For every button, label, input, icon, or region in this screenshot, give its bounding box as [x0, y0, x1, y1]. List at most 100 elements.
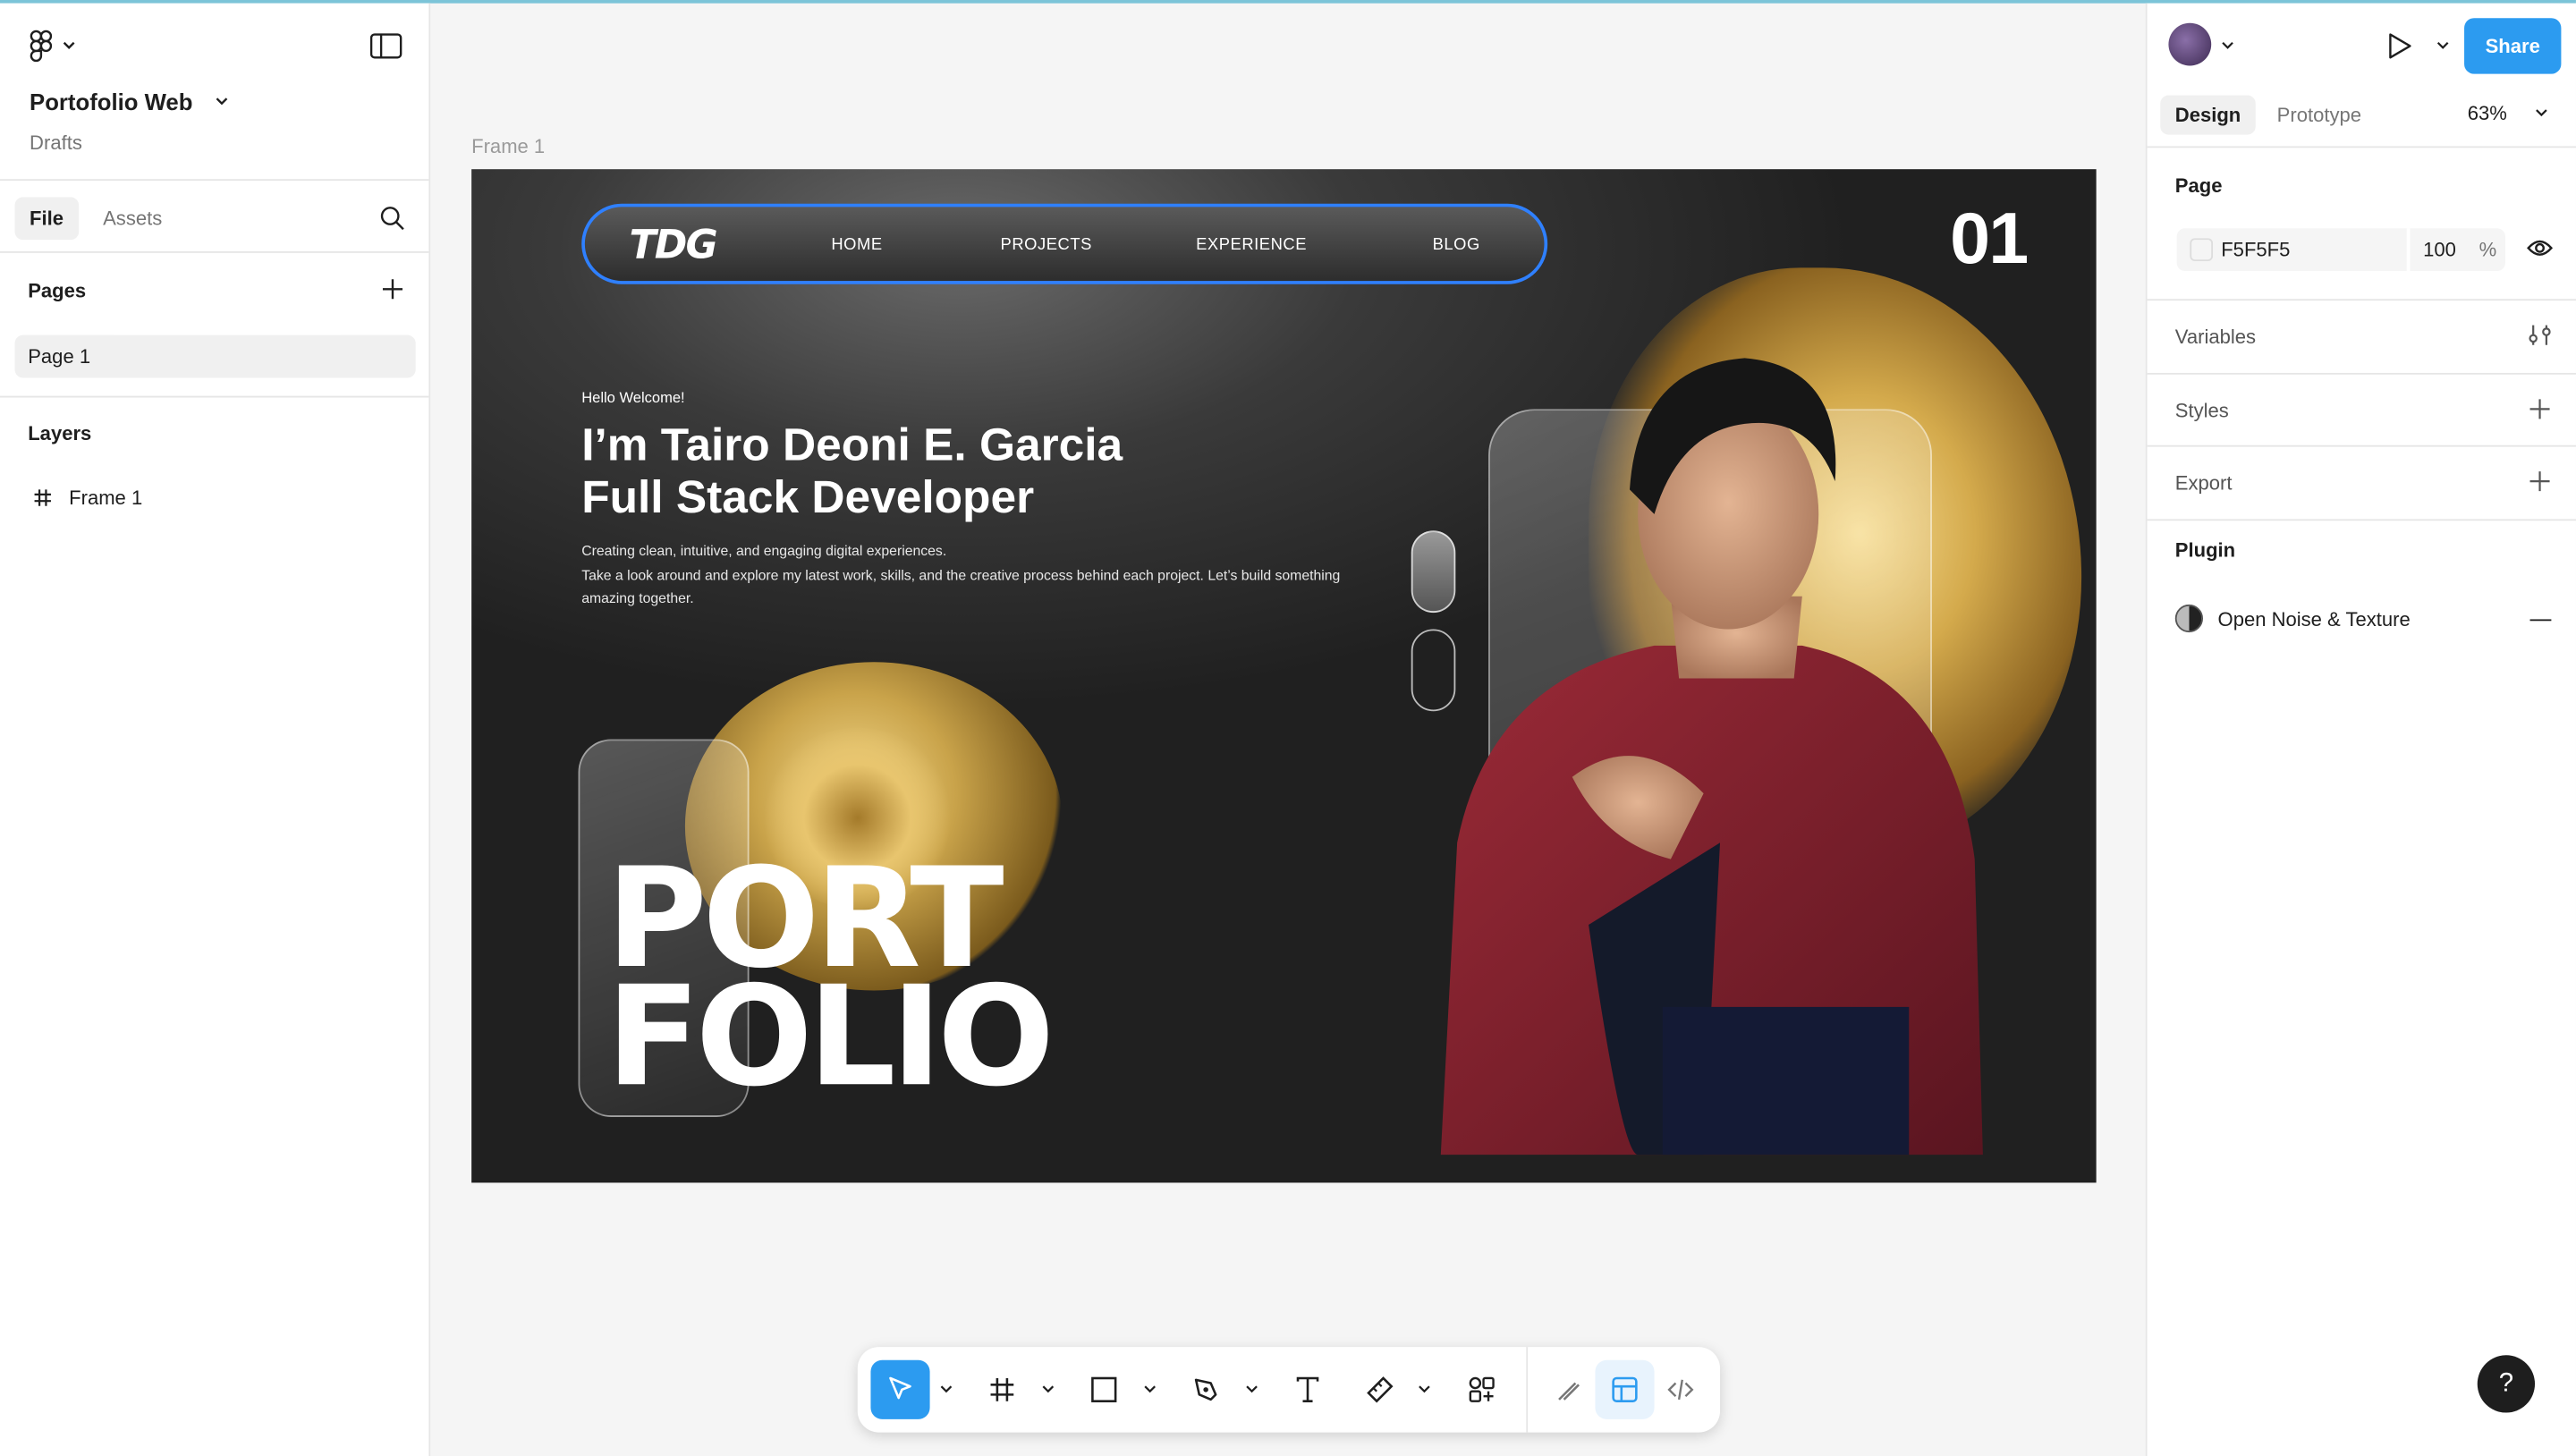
variables-settings-icon[interactable] — [2527, 324, 2553, 347]
code-icon — [1667, 1379, 1694, 1401]
canvas[interactable]: Frame 1 TDG HOME PROJECTS EXPERIENCE BLO… — [430, 4, 2146, 1456]
cursor-icon — [889, 1376, 911, 1400]
divider — [0, 179, 429, 182]
dev-mode-button[interactable] — [1651, 1360, 1710, 1419]
avatar[interactable] — [2168, 22, 2212, 66]
chevron-down-icon[interactable] — [2535, 108, 2548, 118]
chevron-down-icon[interactable] — [1245, 1384, 1258, 1394]
remove-plugin-icon[interactable] — [2529, 619, 2552, 622]
hero-desc-line1: Creating clean, intuitive, and engaging … — [581, 542, 947, 559]
divider — [2147, 146, 2576, 148]
frame-label[interactable]: Frame 1 — [471, 135, 545, 158]
styles-heading[interactable]: Styles — [2175, 399, 2229, 422]
bottom-toolbar — [857, 1347, 1721, 1433]
opacity-unit: % — [2479, 238, 2497, 262]
divider — [0, 395, 429, 398]
nav-home: HOME — [831, 236, 883, 255]
divider — [2147, 299, 2576, 301]
present-play-icon[interactable] — [2387, 31, 2413, 61]
divider — [2147, 444, 2576, 447]
shape-tool-button[interactable] — [1074, 1360, 1133, 1419]
chevron-down-icon[interactable] — [940, 1384, 953, 1394]
page-color-hex[interactable]: F5F5F5 — [2221, 238, 2290, 261]
frame-icon — [990, 1377, 1014, 1401]
divider — [2147, 519, 2576, 521]
components-icon — [1469, 1376, 1495, 1402]
left-tabs: File Assets — [14, 197, 177, 241]
hero-desc-line2: Take a look around and explore my latest… — [581, 565, 1341, 606]
tab-design[interactable]: Design — [2160, 95, 2256, 135]
design-logo: TDG — [629, 221, 717, 268]
project-location[interactable]: Drafts — [30, 131, 82, 155]
pages-heading: Pages — [28, 279, 87, 302]
measure-tool-button[interactable] — [1351, 1360, 1410, 1419]
right-panel: Share Design Prototype 63% Page F5F5F5 1… — [2145, 3, 2576, 1456]
text-icon — [1296, 1376, 1319, 1402]
chevron-down-icon — [63, 41, 75, 49]
frame-tool-button[interactable] — [972, 1360, 1031, 1419]
chevron-down-icon[interactable] — [2436, 41, 2450, 51]
plugin-name: Open Noise & Texture — [2217, 606, 2411, 631]
chevron-down-icon[interactable] — [1041, 1384, 1055, 1394]
color-swatch[interactable] — [2190, 238, 2214, 262]
plugin-heading: Plugin — [2174, 538, 2236, 563]
field-divider — [2406, 228, 2411, 272]
rectangle-icon — [1091, 1376, 1117, 1402]
share-button[interactable]: Share — [2464, 18, 2562, 74]
plugin-item[interactable]: Open Noise & Texture — [2174, 604, 2411, 633]
ruler-icon — [1367, 1376, 1394, 1403]
portfolio-line2: FOLIO — [606, 955, 1055, 1117]
layers-heading: Layers — [28, 422, 92, 445]
eye-icon[interactable] — [2527, 238, 2553, 258]
help-button[interactable]: ? — [2477, 1355, 2536, 1413]
portrait-photo — [1440, 358, 1983, 1155]
draw-tool-button[interactable] — [1539, 1360, 1598, 1419]
frame-1[interactable]: TDG HOME PROJECTS EXPERIENCE BLOG 01 Hel… — [471, 169, 2097, 1183]
add-style-icon[interactable] — [2529, 397, 2552, 420]
page-color-field[interactable]: F5F5F5 100 % — [2176, 228, 2505, 272]
chevron-down-icon — [216, 97, 228, 106]
hero-title-line1: I’m Tairo Deoni E. Garcia — [581, 419, 1123, 470]
hero-greeting: Hello Welcome! — [581, 389, 685, 406]
variables-heading[interactable]: Variables — [2175, 326, 2256, 349]
chevron-down-icon[interactable] — [1418, 1384, 1431, 1394]
frame-icon — [34, 489, 51, 506]
sidebar-toggle-icon[interactable] — [369, 33, 402, 59]
nav-projects: PROJECTS — [1000, 236, 1092, 255]
add-page-icon[interactable] — [381, 277, 404, 301]
pen-tool-button[interactable] — [1176, 1360, 1235, 1419]
add-export-icon[interactable] — [2529, 470, 2552, 493]
text-tool-button[interactable] — [1278, 1360, 1337, 1419]
hero-title-line2: Full Stack Developer — [581, 471, 1035, 523]
project-title-text: Portofolio Web — [30, 89, 193, 115]
design-mode-button[interactable] — [1595, 1359, 1655, 1419]
page-number: 01 — [1950, 199, 2029, 280]
pen-icon — [1194, 1378, 1217, 1401]
nav-blog: BLOG — [1432, 236, 1480, 255]
page-opacity[interactable]: 100 — [2423, 238, 2456, 261]
chevron-down-icon[interactable] — [2221, 41, 2234, 51]
figma-logo-icon — [30, 30, 53, 63]
move-tool-button[interactable] — [870, 1359, 930, 1419]
search-icon[interactable] — [379, 206, 405, 232]
noise-texture-icon — [2174, 604, 2204, 633]
hero-description: Creating clean, intuitive, and engaging … — [581, 538, 1386, 610]
export-heading[interactable]: Export — [2175, 471, 2233, 495]
page-item[interactable]: Page 1 — [14, 334, 416, 378]
components-tool-button[interactable] — [1453, 1360, 1512, 1419]
tab-prototype[interactable]: Prototype — [2262, 96, 2376, 135]
divider — [0, 251, 429, 253]
design-mode-icon — [1612, 1376, 1638, 1402]
nav-experience: EXPERIENCE — [1196, 236, 1308, 255]
divider — [2147, 372, 2576, 375]
tab-assets[interactable]: Assets — [89, 197, 177, 240]
layer-item-frame[interactable]: Frame 1 — [33, 487, 142, 509]
portfolio-heading: PORT FOLIO — [606, 850, 1055, 1117]
chevron-down-icon[interactable] — [1143, 1384, 1157, 1394]
zoom-level[interactable]: 63% — [2468, 102, 2507, 125]
tab-file[interactable]: File — [14, 197, 79, 241]
project-title[interactable]: Portofolio Web — [30, 89, 229, 115]
main-menu-button[interactable] — [30, 30, 75, 63]
toolbar-divider — [1526, 1347, 1529, 1433]
page-section-heading: Page — [2174, 174, 2223, 198]
